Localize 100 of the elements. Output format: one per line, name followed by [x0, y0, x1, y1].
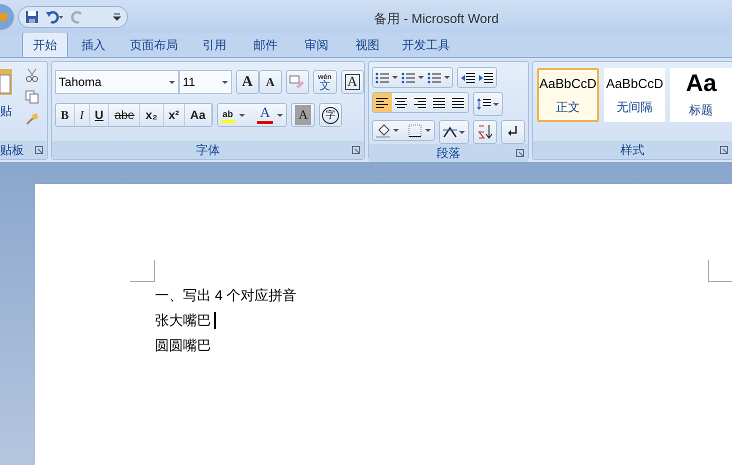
- dropdown-icon: [277, 114, 284, 116]
- char-shading-button[interactable]: A: [291, 103, 316, 127]
- font-size-value: 11: [182, 74, 196, 91]
- paint-bucket-icon: [376, 124, 390, 138]
- launcher-icon: [352, 146, 360, 154]
- paste-icon: [0, 67, 12, 97]
- highlight-button[interactable]: ab: [220, 108, 236, 122]
- style-sample: Aa: [686, 71, 717, 97]
- ribbon-tab[interactable]: 视图: [342, 32, 393, 57]
- asian-layout-icon: [442, 126, 458, 138]
- increase-indent-icon: [478, 70, 493, 84]
- eraser-icon: [289, 75, 306, 89]
- dropdown-icon: [418, 76, 424, 79]
- group-label: 字体: [196, 142, 220, 159]
- style-gallery-item[interactable]: AaBbCcD 无间隔: [604, 68, 666, 122]
- style-gallery-item[interactable]: Aa 标题: [670, 68, 732, 122]
- format-button[interactable]: x₂: [140, 104, 164, 126]
- format-button[interactable]: B: [56, 104, 75, 126]
- text-line: 一、写出 4 个对应拼音: [155, 286, 297, 305]
- enclose-char-button[interactable]: 字: [319, 103, 342, 127]
- customize-icon: [113, 13, 121, 21]
- dropdown-icon: [492, 102, 499, 106]
- sort-icon: [478, 124, 492, 140]
- undo-icon: [45, 10, 65, 24]
- style-name: 正文: [556, 98, 580, 116]
- clear-format-button[interactable]: [286, 70, 309, 94]
- shading-sample: A: [295, 105, 311, 125]
- alignment-button[interactable]: [372, 93, 392, 112]
- align-right-icon: [414, 96, 426, 108]
- paragraph-mark-button[interactable]: [500, 120, 525, 144]
- brush-icon: [25, 112, 39, 126]
- dropdown-icon: [424, 129, 431, 132]
- launcher-icon: [34, 146, 43, 154]
- shading-border-button-group[interactable]: [372, 120, 435, 141]
- ribbon-tab[interactable]: 页面布局: [119, 32, 189, 57]
- format-button-group[interactable]: B I U abe x₂ x² Aa: [54, 103, 213, 127]
- indent-button-group[interactable]: [456, 67, 497, 88]
- phonetic-char: 文: [319, 82, 330, 91]
- style-name: 无间隔: [616, 98, 653, 116]
- text-line: 圆圆嘴巴: [155, 336, 211, 355]
- format-button[interactable]: x²: [164, 104, 186, 126]
- shrink-font-button[interactable]: A: [258, 70, 282, 94]
- sort-button[interactable]: [472, 120, 497, 144]
- ribbon-tab[interactable]: 开发工具: [393, 32, 459, 57]
- asian-layout-button[interactable]: [438, 120, 469, 144]
- copy-icon: [25, 90, 39, 104]
- scissors-icon: [26, 68, 38, 82]
- dropdown-icon: [459, 130, 466, 134]
- group-label: 贴板: [0, 142, 24, 159]
- dropdown-icon: [444, 76, 450, 79]
- line-spacing-icon: [476, 97, 491, 111]
- format-button[interactable]: Aa: [185, 104, 212, 126]
- style-sample: AaBbCcD: [539, 75, 596, 94]
- char-border-button[interactable]: A: [340, 70, 364, 94]
- format-button[interactable]: abe: [109, 104, 140, 126]
- dropdown-icon: [239, 114, 246, 116]
- font-color-button[interactable]: A: [257, 106, 274, 124]
- text-line: 张大嘴巴: [155, 311, 211, 330]
- line-spacing-button[interactable]: [472, 92, 503, 116]
- style-name: 标题: [689, 102, 714, 119]
- color-button-group[interactable]: ab A: [216, 103, 288, 127]
- dropdown-icon: [222, 80, 228, 84]
- office-button-icon: [0, 4, 14, 30]
- dropdown-icon: [392, 76, 398, 79]
- grow-font-button[interactable]: A: [236, 70, 259, 94]
- launcher-icon: [516, 149, 524, 157]
- text-cursor: [214, 312, 216, 329]
- alignment-button-group[interactable]: [372, 92, 469, 113]
- format-button[interactable]: I: [74, 104, 90, 126]
- ribbon-tab[interactable]: 邮件: [240, 32, 291, 57]
- redo-icon: [71, 10, 85, 24]
- decrease-indent-icon: [460, 70, 475, 84]
- window-title: 备用 - Microsoft Word: [374, 10, 499, 28]
- font-name-field[interactable]: Tahoma: [54, 70, 179, 94]
- dropdown-icon: [392, 129, 399, 132]
- list-button-group[interactable]: [372, 67, 453, 88]
- save-icon: [25, 10, 39, 24]
- group-label: 段落: [436, 145, 460, 162]
- align-left-icon: [376, 96, 388, 108]
- borders-icon: [408, 124, 422, 138]
- bullet-list-icon: [374, 70, 389, 84]
- launcher-icon: [720, 146, 728, 154]
- ribbon-tab[interactable]: 审阅: [291, 32, 342, 57]
- ribbon-tab[interactable]: 引用: [189, 32, 240, 57]
- align-center-icon: [395, 96, 408, 108]
- margin-corner-mark: [130, 260, 155, 282]
- margin-corner-mark: [708, 260, 732, 282]
- group-label: 样式: [620, 142, 644, 159]
- paste-label: 贴: [0, 103, 12, 120]
- font-size-field[interactable]: 11: [178, 70, 232, 94]
- justify-icon: [433, 96, 446, 108]
- distribute-icon: [452, 96, 464, 108]
- enclosed-char: 字: [322, 106, 340, 124]
- ribbon-tab[interactable]: 开始: [22, 32, 68, 57]
- font-name-value: Tahoma: [58, 74, 102, 91]
- dropdown-icon: [168, 80, 175, 84]
- style-sample: AaBbCcD: [606, 75, 664, 94]
- style-gallery-item[interactable]: AaBbCcD 正文: [537, 68, 599, 122]
- ribbon-tab[interactable]: 插入: [68, 32, 119, 57]
- format-button[interactable]: U: [90, 104, 110, 126]
